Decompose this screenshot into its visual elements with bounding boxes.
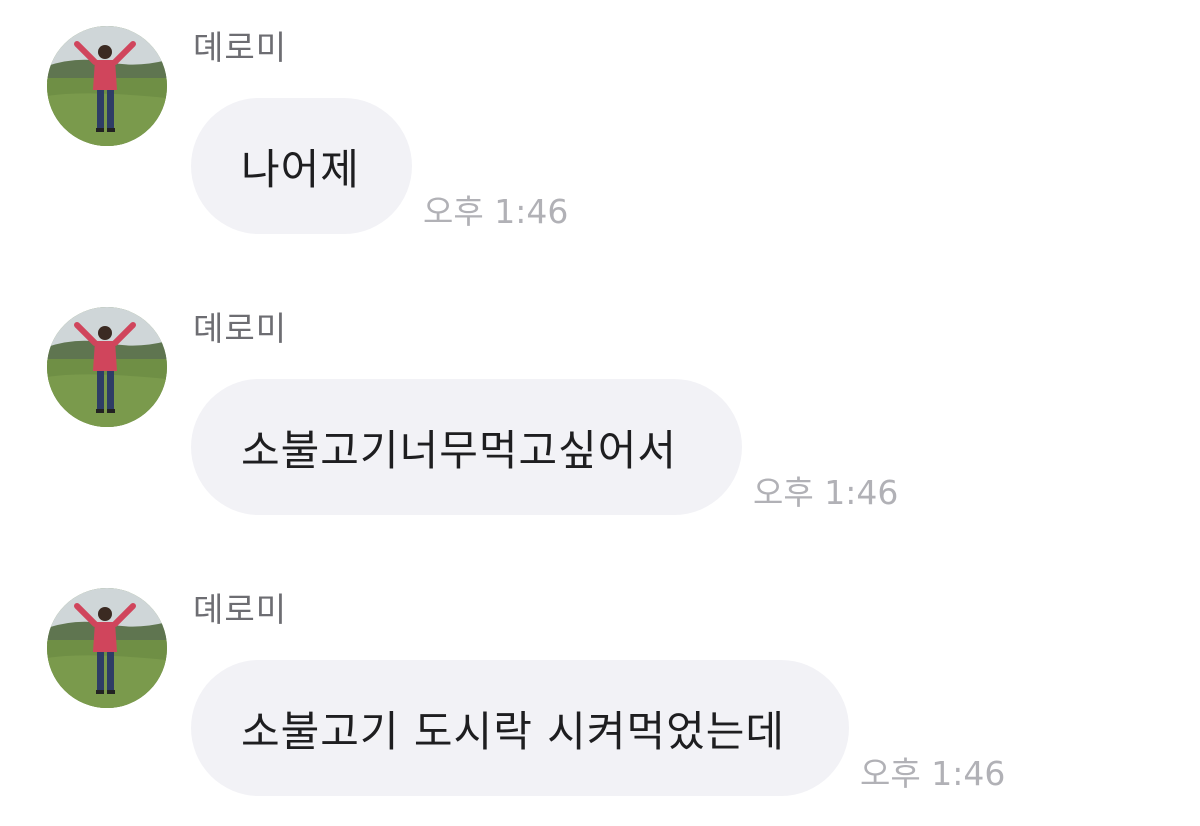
message-bubble[interactable]: 나어제	[191, 98, 412, 234]
message-text: 소불고기너무먹고싶어서	[241, 425, 678, 475]
message-timestamp: 오후 1:46	[860, 754, 1006, 793]
avatar[interactable]	[47, 307, 167, 427]
sender-name: 뎨로미	[193, 590, 288, 629]
sender-name: 뎨로미	[193, 28, 288, 67]
message-text: 소불고기 도시락 시켜먹었는데	[241, 706, 786, 756]
avatar-photo-icon	[47, 588, 167, 708]
message-row: 뎨로미 소불고기너무먹고싶어서 오후 1:46	[0, 281, 1200, 521]
message-bubble[interactable]: 소불고기너무먹고싶어서	[191, 379, 742, 515]
sender-name: 뎨로미	[193, 309, 288, 348]
chat-message-list: 뎨로미 나어제 오후 1:46 뎨로미 소불고기너무먹고싶어서 오후 1:46 …	[0, 0, 1200, 826]
message-row: 뎨로미 나어제 오후 1:46	[0, 0, 1200, 240]
avatar-photo-icon	[47, 26, 167, 146]
message-timestamp: 오후 1:46	[423, 192, 569, 231]
message-timestamp: 오후 1:46	[753, 473, 899, 512]
avatar[interactable]	[47, 26, 167, 146]
message-text: 나어제	[241, 144, 360, 194]
avatar-photo-icon	[47, 307, 167, 427]
message-bubble[interactable]: 소불고기 도시락 시켜먹었는데	[191, 660, 849, 796]
avatar[interactable]	[47, 588, 167, 708]
message-row: 뎨로미 소불고기 도시락 시켜먹었는데 오후 1:46	[0, 562, 1200, 802]
